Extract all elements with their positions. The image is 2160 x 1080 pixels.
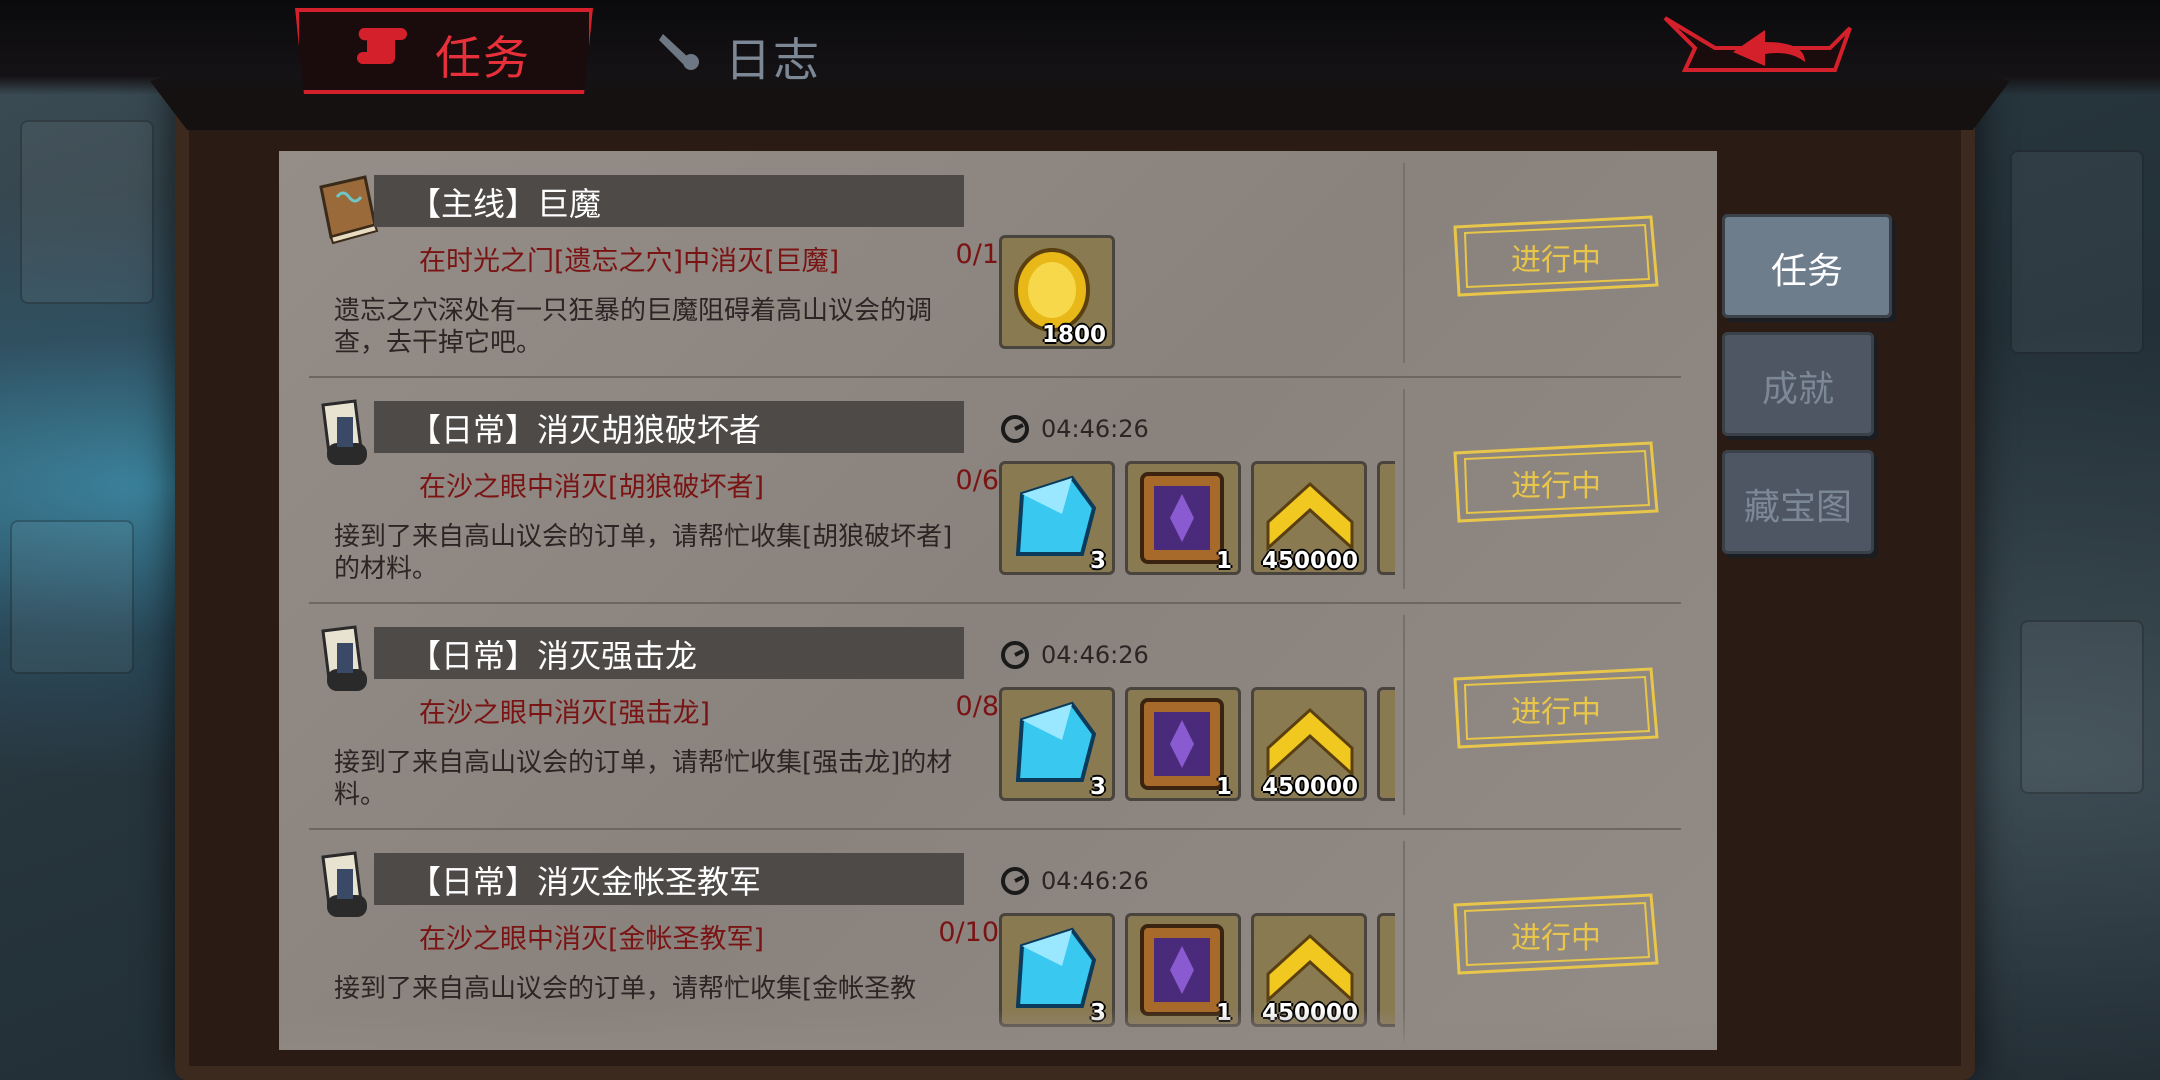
status-button[interactable]: 进行中 [1451, 665, 1661, 751]
quest-objective: 在沙之眼中消灭[金帐圣教军] [419, 924, 765, 955]
status-button[interactable]: 进行中 [1451, 891, 1661, 977]
bg-stone [2010, 150, 2144, 354]
quest-description: 遗忘之穴深处有一只狂暴的巨魔阻碍着高山议会的调查，去干掉它吧。 [334, 296, 933, 358]
quest-description: 接到了来自高山议会的订单，请帮忙收集[金帐圣教 [334, 974, 917, 1004]
status-button[interactable]: 进行中 [1451, 213, 1661, 299]
reward-count: 1 [1215, 774, 1232, 800]
reward-item[interactable]: 1 [1125, 687, 1241, 801]
status-button[interactable]: 进行中 [1451, 439, 1661, 525]
reward-item[interactable]: 450000 [1251, 461, 1367, 575]
quest-objective: 在时光之门[遗忘之穴]中消灭[巨魔] [419, 246, 840, 277]
reward-item[interactable]: 450000 [1251, 687, 1367, 801]
reward-count: 450000 [1261, 548, 1358, 574]
quest-progress: 0/6 [955, 465, 999, 496]
clock-icon [1001, 867, 1029, 895]
quest-row: 【日常】消灭胡狼破坏者 在沙之眼中消灭[胡狼破坏者] 0/6 接到了来自高山议会… [279, 377, 1717, 604]
column-divider [1403, 389, 1405, 589]
status-label: 进行中 [1511, 695, 1601, 730]
timer-text: 04:46:26 [1041, 415, 1149, 443]
side-tab-label: 成就 [1761, 369, 1834, 410]
quest-title: 【主线】巨魔 [409, 185, 602, 223]
reward-count: 3 [1089, 774, 1106, 800]
back-button[interactable] [1655, 8, 1860, 88]
quest-title: 【日常】消灭强击龙 [409, 637, 698, 675]
status-label: 进行中 [1511, 921, 1601, 956]
status-label: 进行中 [1511, 243, 1601, 278]
quest-description: 接到了来自高山议会的订单，请帮忙收集[胡狼破坏者]的材料。 [334, 522, 953, 584]
reward-list: 3 1 450000 [999, 687, 1395, 803]
reward-item[interactable] [1377, 687, 1395, 801]
reward-item[interactable]: 1 [1125, 461, 1241, 575]
list-fade [279, 1010, 1717, 1050]
side-tab-label: 任务 [1770, 251, 1843, 292]
quest-title: 【日常】消灭胡狼破坏者 [409, 411, 762, 449]
reward-list: 1800 [999, 235, 1395, 351]
reward-count: 1 [1215, 548, 1232, 574]
column-divider [1403, 615, 1405, 815]
side-tab-quests[interactable]: 任务 [1722, 214, 1892, 318]
quest-row: 【主线】巨魔 在时光之门[遗忘之穴]中消灭[巨魔] 0/1 遗忘之穴深处有一只狂… [279, 151, 1717, 378]
quest-objective: 在沙之眼中消灭[胡狼破坏者] [419, 472, 765, 503]
tab-quests-label: 任务 [435, 31, 531, 85]
tab-journal[interactable]: 日志 [725, 24, 821, 90]
quest-description: 接到了来自高山议会的订单，请帮忙收集[强击龙]的材料。 [334, 748, 953, 810]
column-divider [1403, 163, 1405, 363]
scroll-icon [357, 28, 407, 64]
side-tab-treasure-map[interactable]: 藏宝图 [1722, 450, 1874, 554]
timer-text: 04:46:26 [1041, 641, 1149, 669]
status-label: 进行中 [1511, 469, 1601, 504]
quest-list-panel[interactable]: 【主线】巨魔 在时光之门[遗忘之穴]中消灭[巨魔] 0/1 遗忘之穴深处有一只狂… [279, 151, 1717, 1049]
reward-count: 450000 [1261, 774, 1358, 800]
quest-progress: 0/1 [955, 239, 999, 270]
quest-objective: 在沙之眼中消灭[强击龙] [419, 698, 711, 729]
side-tab-label: 藏宝图 [1743, 487, 1852, 528]
reward-count: 3 [1089, 548, 1106, 574]
reward-item[interactable]: 1800 [999, 235, 1115, 349]
reward-item[interactable]: 3 [999, 687, 1115, 801]
bg-stone [10, 520, 134, 674]
reward-count: 1800 [1041, 322, 1106, 348]
reward-list: 3 1 450000 [999, 461, 1395, 577]
bg-stone [20, 120, 154, 304]
reward-item[interactable]: 3 [999, 461, 1115, 575]
quest-row: 【日常】消灭强击龙 在沙之眼中消灭[强击龙] 0/8 接到了来自高山议会的订单，… [279, 603, 1717, 830]
side-tab-achievements[interactable]: 成就 [1722, 332, 1874, 436]
quill-icon [659, 34, 699, 70]
quest-title: 【日常】消灭金帐圣教军 [409, 863, 762, 901]
quest-progress: 0/8 [955, 691, 999, 722]
quest-progress: 0/10 [938, 917, 999, 948]
clock-icon [1001, 641, 1029, 669]
clock-icon [1001, 415, 1029, 443]
timer-text: 04:46:26 [1041, 867, 1149, 895]
reward-item[interactable] [1377, 461, 1395, 575]
bg-stone [2020, 620, 2144, 794]
